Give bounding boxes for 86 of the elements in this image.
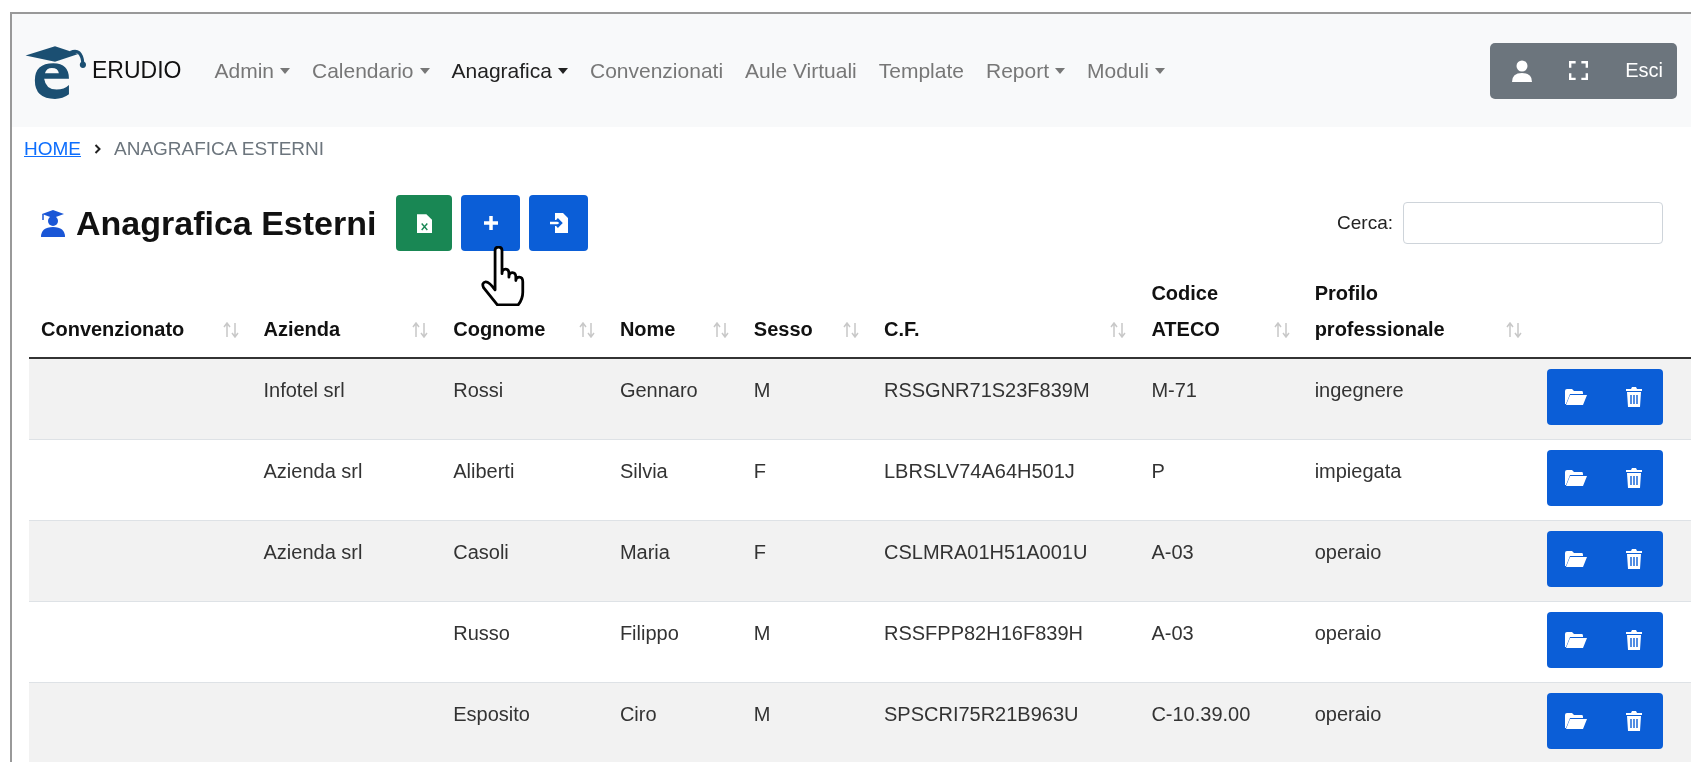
trash-icon bbox=[1625, 629, 1642, 650]
table-cell: P bbox=[1151, 459, 1165, 482]
open-button[interactable] bbox=[1546, 449, 1605, 506]
search-label: Cerca: bbox=[1337, 212, 1393, 234]
table-cell: Maria bbox=[619, 540, 670, 563]
excel-export-button[interactable] bbox=[396, 195, 453, 251]
table-cell: operaio bbox=[1314, 702, 1382, 725]
table-cell: Aliberti bbox=[453, 459, 515, 482]
open-button[interactable] bbox=[1546, 692, 1605, 749]
chevron-icon bbox=[94, 144, 101, 154]
folder-icon bbox=[1564, 469, 1587, 486]
column-header[interactable]: Codice ATECO bbox=[1151, 275, 1220, 347]
graduate-icon bbox=[40, 209, 66, 237]
table-cell: A-03 bbox=[1151, 621, 1194, 644]
import-button[interactable] bbox=[529, 195, 589, 251]
nav-link[interactable]: Convenzionati bbox=[589, 58, 724, 83]
file-import-icon bbox=[548, 213, 569, 233]
column-header[interactable]: Nome bbox=[619, 311, 676, 347]
breadcrumb-current: ANAGRAFICA ESTERNI bbox=[114, 138, 325, 160]
table-cell: impiegata bbox=[1314, 459, 1402, 482]
table-cell: C-10.39.00 bbox=[1151, 702, 1251, 725]
column-header[interactable]: Sesso bbox=[753, 311, 813, 347]
table-cell: F bbox=[753, 540, 766, 563]
logout-link[interactable]: Esci bbox=[1625, 59, 1663, 82]
brand-name[interactable]: ERUDIO bbox=[92, 57, 182, 84]
table-cell: RSSFPP82H16F839H bbox=[883, 621, 1083, 644]
delete-button[interactable] bbox=[1604, 449, 1663, 506]
folder-icon bbox=[1564, 631, 1587, 648]
nav-link[interactable]: Calendario bbox=[312, 58, 430, 83]
add-button[interactable] bbox=[461, 195, 521, 251]
delete-button[interactable] bbox=[1604, 530, 1663, 587]
folder-icon bbox=[1564, 550, 1587, 567]
spreadsheet-file-icon bbox=[416, 213, 432, 233]
table-cell: Gennaro bbox=[619, 379, 698, 401]
trash-icon bbox=[1625, 387, 1642, 407]
delete-button[interactable] bbox=[1604, 369, 1663, 425]
table-cell: ingegnere bbox=[1314, 379, 1404, 401]
search-field[interactable] bbox=[1403, 202, 1663, 244]
table-cell: F bbox=[753, 459, 766, 482]
table-cell: M bbox=[753, 621, 771, 644]
column-header[interactable]: Cognome bbox=[453, 311, 546, 347]
table-cell: Esposito bbox=[453, 702, 530, 725]
table-cell: Russo bbox=[453, 621, 510, 644]
table-cell: Ciro bbox=[619, 702, 657, 725]
delete-button[interactable] bbox=[1604, 611, 1663, 668]
open-button[interactable] bbox=[1546, 611, 1605, 668]
nav-link[interactable]: Admin bbox=[214, 58, 290, 83]
column-header[interactable]: C.F. bbox=[883, 311, 920, 347]
table-cell: operaio bbox=[1314, 540, 1382, 563]
table-cell: Azienda srl bbox=[263, 459, 363, 482]
breadcrumb-link[interactable]: HOME bbox=[24, 138, 81, 160]
folder-icon bbox=[1564, 389, 1587, 405]
table-cell: M-71 bbox=[1151, 379, 1197, 401]
folder-icon bbox=[1564, 712, 1587, 729]
nav-link[interactable]: Aule Virtuali bbox=[745, 58, 857, 83]
open-button[interactable] bbox=[1546, 530, 1605, 587]
nav-link[interactable]: Report bbox=[985, 58, 1065, 83]
plus-icon bbox=[482, 215, 499, 231]
table-cell: Casoli bbox=[453, 540, 509, 563]
column-header[interactable]: Profilo professionale bbox=[1314, 275, 1445, 347]
user-icon[interactable] bbox=[1512, 59, 1533, 82]
column-header[interactable]: Convenzionato bbox=[41, 311, 185, 347]
column-header[interactable]: Azienda bbox=[263, 311, 341, 347]
table-cell: M bbox=[753, 702, 771, 725]
table-cell: SPSCRI75R21B963U bbox=[883, 702, 1079, 725]
table-cell: Infotel srl bbox=[263, 379, 345, 401]
table-cell: Silvia bbox=[619, 459, 668, 482]
nav-link[interactable]: Anagrafica bbox=[451, 58, 568, 83]
table-cell: operaio bbox=[1314, 621, 1382, 644]
trash-icon bbox=[1625, 548, 1642, 569]
table-cell: RSSGNR71S23F839M bbox=[883, 379, 1090, 401]
open-button[interactable] bbox=[1546, 369, 1605, 425]
table-cell: A-03 bbox=[1151, 540, 1194, 563]
page-title: Anagrafica Esterni bbox=[76, 203, 377, 243]
fullscreen-icon[interactable] bbox=[1569, 61, 1589, 80]
table-cell: Rossi bbox=[453, 379, 504, 401]
trash-icon bbox=[1625, 710, 1642, 731]
delete-button[interactable] bbox=[1604, 692, 1663, 749]
nav-link[interactable]: Template bbox=[878, 58, 964, 83]
table-cell: CSLMRA01H51A001U bbox=[883, 540, 1088, 563]
nav-link[interactable]: Moduli bbox=[1087, 58, 1165, 83]
table-cell: LBRSLV74A64H501J bbox=[883, 459, 1075, 482]
table-cell: M bbox=[753, 379, 771, 401]
table-cell: Azienda srl bbox=[263, 540, 363, 563]
table-cell: Filippo bbox=[619, 621, 679, 644]
trash-icon bbox=[1625, 467, 1642, 488]
